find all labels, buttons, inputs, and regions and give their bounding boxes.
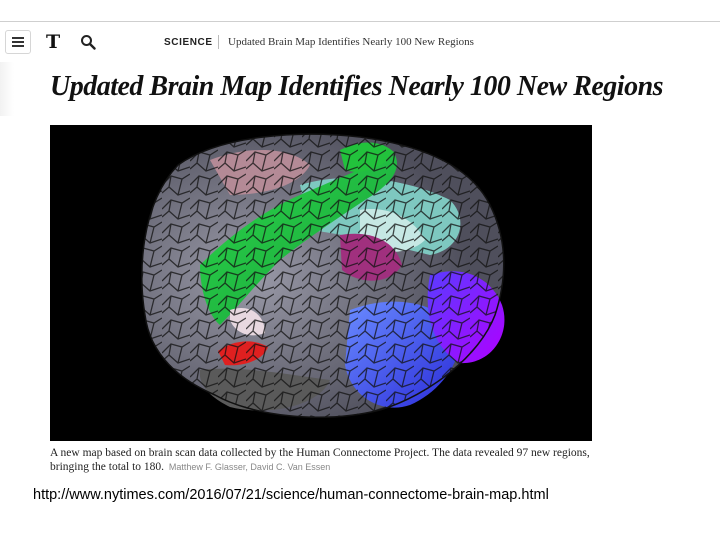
hamburger-bar <box>12 45 24 47</box>
brain-map-image <box>50 125 592 441</box>
hamburger-menu-icon <box>12 37 24 39</box>
section-link[interactable]: SCIENCE <box>164 37 213 48</box>
nyt-logo[interactable]: T <box>46 31 66 53</box>
header-separator <box>218 35 219 49</box>
search-icon[interactable] <box>80 34 96 50</box>
site-header: T SCIENCE Updated Brain Map Identifies N… <box>0 22 720 62</box>
source-url: http://www.nytimes.com/2016/07/21/scienc… <box>33 487 549 503</box>
photo-credit: Matthew F. Glasser, David C. Van Essen <box>168 462 331 472</box>
article-headline: Updated Brain Map Identifies Nearly 100 … <box>50 71 664 102</box>
image-caption: A new map based on brain scan data colle… <box>50 446 590 474</box>
brain-illustration <box>141 133 505 418</box>
menu-button[interactable] <box>5 30 31 54</box>
breadcrumb-title: Updated Brain Map Identifies Nearly 100 … <box>228 36 474 48</box>
left-shadow <box>0 62 14 116</box>
hamburger-bar <box>12 41 24 43</box>
